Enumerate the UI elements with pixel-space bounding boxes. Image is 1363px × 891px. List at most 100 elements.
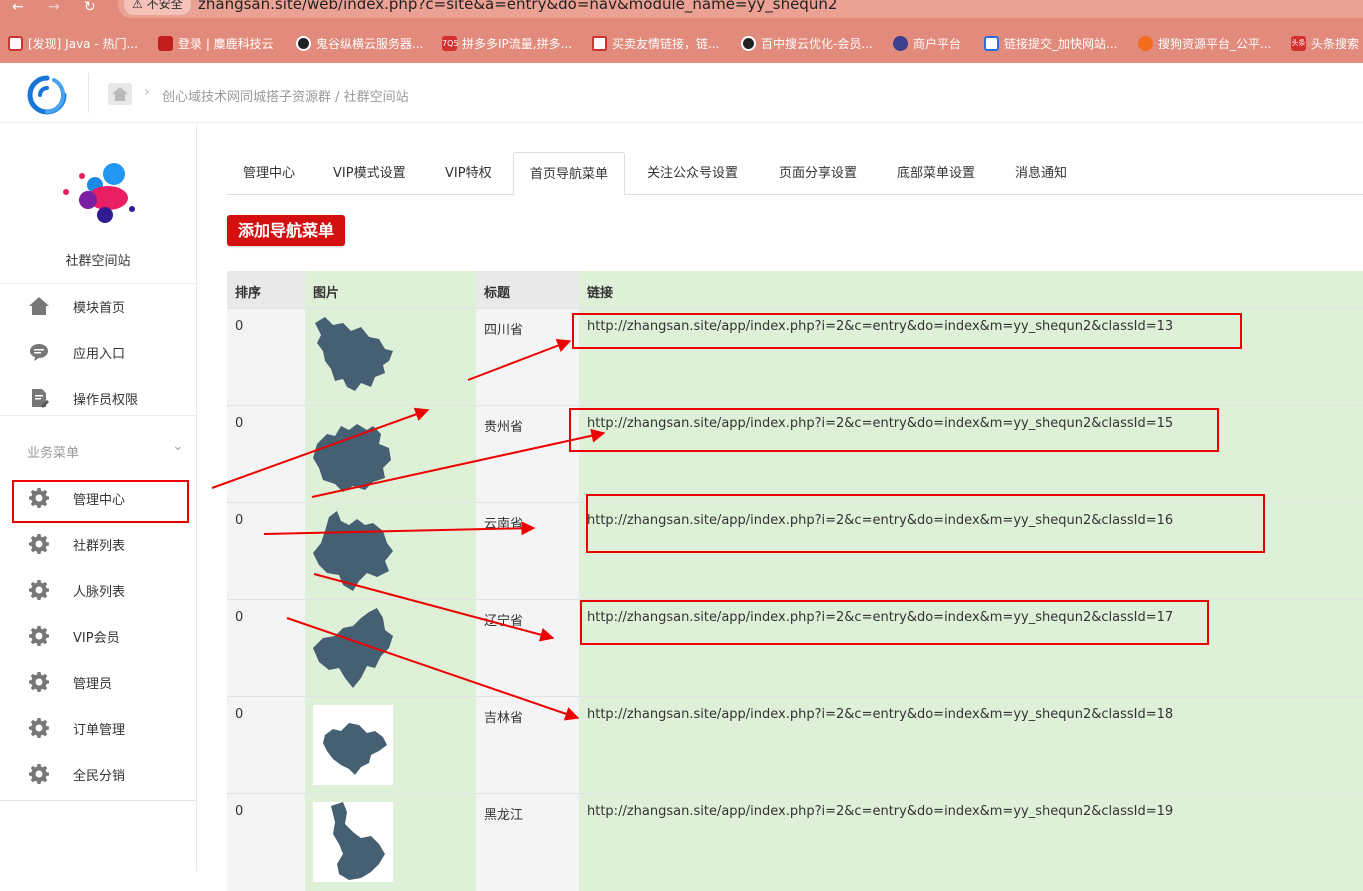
bookmark-item[interactable]: 搜狗资源平台_公平... (1138, 34, 1271, 52)
globe-icon (741, 35, 756, 51)
cell-link: http://zhangsan.site/app/index.php?i=2&c… (579, 600, 1363, 697)
cell-sort: 0 (227, 309, 305, 406)
header-column-bg (579, 271, 1363, 308)
url-text[interactable]: zhangsan.site/web/index.php?c=site&a=ent… (198, 0, 837, 13)
sidebar-item-community-list[interactable]: 社群列表 (0, 521, 196, 567)
sidebar-item-app-entry[interactable]: 应用入口 (0, 329, 196, 375)
cell-image (305, 503, 476, 600)
back-arrow-icon[interactable]: ← (12, 0, 24, 14)
tab-vip-mode[interactable]: VIP模式设置 (317, 152, 422, 195)
row-link[interactable]: http://zhangsan.site/app/index.php?i=2&c… (587, 707, 1173, 722)
sort-value: 0 (235, 610, 244, 625)
cell-title: 吉林省 (476, 697, 579, 794)
sidebar-item-vip-members[interactable]: VIP会员 (0, 613, 196, 659)
browser-address-bar: ← → ↻ ⚠ 不安全 zhangsan.site/web/index.php?… (0, 0, 1363, 22)
cell-title: 辽宁省 (476, 600, 579, 697)
row-link[interactable]: http://zhangsan.site/app/index.php?i=2&c… (587, 319, 1173, 334)
tab-bar: 管理中心 VIP模式设置 VIP特权 首页导航菜单 关注公众号设置 页面分享设置… (227, 152, 1363, 196)
sidebar-item-label: 管理员 (73, 676, 113, 692)
row-title: 辽宁省 (484, 614, 524, 629)
sidebar-item-administrators[interactable]: 管理员 (0, 659, 196, 705)
bookmark-item[interactable]: 商户平台 (893, 34, 961, 52)
cell-link: http://zhangsan.site/app/index.php?i=2&c… (579, 503, 1363, 600)
chat-icon (30, 344, 48, 361)
bookmark-item[interactable]: 买卖友情链接，链... (592, 34, 719, 52)
tab-home-nav-menu[interactable]: 首页导航菜单 (513, 152, 626, 196)
tab-management-center[interactable]: 管理中心 (227, 152, 311, 195)
sidebar-item-management-center[interactable]: 管理中心 (0, 475, 196, 521)
brand-logo (63, 163, 135, 223)
sidebar-item-label: 订单管理 (73, 722, 126, 738)
column-header-image: 图片 (313, 286, 340, 301)
table-row[interactable]: 0 辽宁省 http://zhangsan.site/app/index.php… (227, 599, 1363, 697)
sidebar-item-label: 社群列表 (73, 538, 126, 554)
tab-follow-official-account[interactable]: 关注公众号设置 (631, 152, 754, 195)
jilin-map-image (313, 705, 393, 785)
bookmark-label: 鬼谷纵横云服务器... (316, 36, 424, 51)
cell-title: 四川省 (476, 309, 579, 406)
heilongjiang-map-image (313, 802, 393, 882)
sogou-icon (1138, 35, 1153, 51)
app-logo[interactable] (26, 75, 68, 115)
cell-sort: 0 (227, 600, 305, 697)
brand-name: 社群空间站 (65, 254, 131, 269)
gear-icon (29, 580, 49, 600)
table-row[interactable]: 0 云南省 http://zhangsan.site/app/index.php… (227, 502, 1363, 600)
checkbox-icon (592, 35, 607, 51)
gear-icon (29, 764, 49, 784)
sidebar-item-contacts-list[interactable]: 人脉列表 (0, 567, 196, 613)
cell-image (305, 406, 476, 503)
yunnan-map-image (313, 511, 393, 591)
cell-sort: 0 (227, 503, 305, 600)
insecure-badge[interactable]: ⚠ 不安全 (124, 0, 191, 15)
table-row[interactable]: 0 吉林省 http://zhangsan.site/app/index.php… (227, 696, 1363, 794)
row-title: 贵州省 (484, 420, 524, 435)
table-row[interactable]: 0 四川省 http://zhangsan.site/app/index.php… (227, 308, 1363, 406)
row-link[interactable]: http://zhangsan.site/app/index.php?i=2&c… (587, 416, 1173, 431)
reload-icon[interactable]: ↻ (84, 0, 96, 14)
sidebar-item-order-management[interactable]: 订单管理 (0, 705, 196, 751)
table-row[interactable]: 0 贵州省 http://zhangsan.site/app/index.php… (227, 405, 1363, 503)
column-header-sort: 排序 (235, 286, 262, 301)
chevron-down-icon[interactable]: ⌄ (172, 438, 184, 454)
row-link[interactable]: http://zhangsan.site/app/index.php?i=2&c… (587, 513, 1173, 528)
bookmark-item[interactable]: [发现] Java - 热门... (8, 34, 138, 52)
bookmark-item[interactable]: 链接提交_加快网站... (984, 34, 1117, 52)
forward-arrow-icon[interactable]: → (48, 0, 60, 14)
breadcrumb-chevron-icon: › (144, 84, 150, 100)
row-link[interactable]: http://zhangsan.site/app/index.php?i=2&c… (587, 804, 1173, 819)
sichuan-map-image (315, 317, 393, 391)
sort-value: 0 (235, 319, 244, 334)
gear-icon (29, 672, 49, 692)
bookmark-item[interactable]: 头条 头条搜索 (1291, 34, 1359, 52)
sidebar-item-label: VIP会员 (73, 630, 120, 646)
square-icon (8, 35, 23, 51)
bookmark-item[interactable]: 7Q5 拼多多IP流量,拼多... (442, 34, 572, 52)
sidebar-item-distribution[interactable]: 全民分销 (0, 751, 196, 797)
bookmark-item[interactable]: 鬼谷纵横云服务器... (296, 34, 423, 52)
add-nav-menu-button[interactable]: 添加导航菜单 (227, 215, 346, 246)
q7-icon: 7Q5 (442, 35, 458, 51)
sidebar-item-module-home[interactable]: 模块首页 (0, 283, 196, 329)
table-header: 排序 图片 标题 链接 (227, 271, 1363, 308)
sidebar-item-label: 全民分销 (73, 768, 126, 784)
tab-notifications[interactable]: 消息通知 (999, 152, 1083, 195)
bookmark-item[interactable]: 登录 | 麋鹿科技云 (158, 34, 274, 52)
sidebar-item-label: 人脉列表 (73, 584, 126, 600)
sidebar-divider (0, 415, 196, 416)
bookmark-item[interactable]: 百中搜云优化-会员... (741, 34, 873, 52)
tab-bottom-menu[interactable]: 底部菜单设置 (881, 152, 991, 195)
breadcrumb[interactable]: 创心域技术网同城搭子资源群 / 社群空间站 (162, 86, 409, 105)
cell-image (305, 697, 476, 794)
tab-vip-privileges[interactable]: VIP特权 (429, 152, 508, 195)
tab-page-share[interactable]: 页面分享设置 (763, 152, 873, 195)
home-icon[interactable] (108, 83, 132, 105)
gear-icon (29, 488, 49, 508)
brand-block: 社群空间站 (0, 124, 196, 284)
table-row[interactable]: 0 黑龙江 http://zhangsan.site/app/index.php… (227, 793, 1363, 891)
sort-value: 0 (235, 416, 244, 431)
bookmark-label: 买卖友情链接，链... (612, 36, 720, 51)
row-link[interactable]: http://zhangsan.site/app/index.php?i=2&c… (587, 610, 1173, 625)
bookmark-label: 登录 | 麋鹿科技云 (178, 36, 274, 51)
cell-image (305, 794, 476, 891)
